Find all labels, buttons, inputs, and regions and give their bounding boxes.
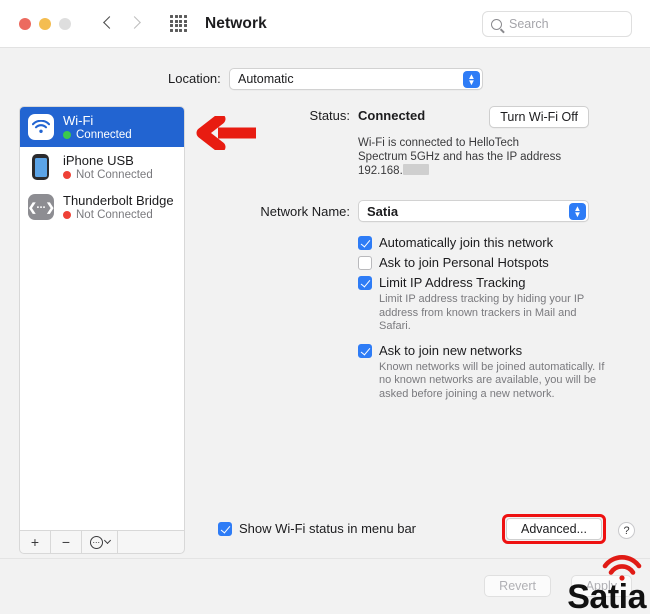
status-value: Connected (358, 108, 426, 123)
network-settings-window: Network Search Location: Automatic ▲ ▼ W… (0, 0, 650, 614)
iphone-icon (28, 154, 54, 180)
sidebar-item-label: iPhone USB (63, 153, 134, 168)
network-name-value: Satia (367, 203, 399, 219)
sidebar-item-iphone-usb[interactable]: iPhone USB Not Connected (20, 147, 184, 187)
service-actions-button[interactable] (82, 531, 118, 553)
traffic-lights (19, 17, 71, 30)
status-row: Status: Connected Turn Wi-Fi Off Wi-Fi i… (200, 106, 635, 178)
network-name-label: Network Name: (260, 203, 350, 219)
checkbox-auto-join[interactable]: Automatically join this network (358, 235, 635, 250)
sidebar-item-status-label: Connected (76, 129, 132, 141)
checkbox-limit-ip-tracking[interactable]: Limit IP Address Tracking (358, 275, 635, 290)
checkbox-indicator[interactable] (358, 276, 372, 290)
checkbox-indicator[interactable] (218, 522, 232, 536)
sidebar-toolbar: + − (19, 530, 185, 554)
window-titlebar: Network Search (0, 0, 650, 48)
checkbox-personal-hotspots[interactable]: Ask to join Personal Hotspots (358, 255, 635, 270)
checkbox-label: Show Wi-Fi status in menu bar (239, 521, 417, 536)
revert-button[interactable]: Revert (484, 575, 551, 597)
grid-apps-icon[interactable] (170, 15, 187, 32)
search-placeholder: Search (509, 17, 549, 31)
network-name-dropdown[interactable]: Satia ▲ ▼ (358, 200, 589, 222)
status-dot-icon (63, 211, 71, 219)
sidebar-item-wifi[interactable]: Wi-Fi Connected (20, 107, 184, 147)
sidebar-item-status-label: Not Connected (76, 209, 153, 221)
checkbox-indicator[interactable] (358, 343, 372, 358)
sidebar-item-status: Connected (63, 129, 132, 141)
wifi-icon (28, 114, 54, 140)
advanced-button-group: Advanced... (501, 514, 606, 544)
checkbox-show-wifi-status[interactable]: Show Wi-Fi status in menu bar (218, 521, 416, 536)
sidebar-item-label: Wi-Fi (63, 113, 94, 128)
minimize-button[interactable] (39, 17, 51, 30)
checkbox-label: Limit IP Address Tracking (379, 275, 526, 290)
status-description: Wi-Fi is connected to HelloTech Spectrum… (358, 136, 570, 178)
close-button[interactable] (19, 17, 31, 30)
location-label: Location: (168, 71, 221, 86)
help-text-ask-join-new-networks: Known networks will be joined automatica… (379, 360, 605, 400)
network-services-list[interactable]: Wi-Fi Connected iPhone USB Not Connected… (19, 106, 185, 530)
checkbox-indicator[interactable] (358, 236, 372, 250)
status-dot-icon (63, 171, 71, 179)
sidebar-item-thunderbolt-bridge[interactable]: ❮···❯ Thunderbolt Bridge Not Connected (20, 187, 184, 227)
search-field[interactable]: Search (482, 11, 632, 37)
advanced-button[interactable]: Advanced... (505, 518, 602, 540)
chevron-down-icon (103, 536, 111, 545)
turn-wifi-off-button[interactable]: Turn Wi-Fi Off (489, 106, 589, 128)
navigation-arrows (102, 17, 142, 30)
chevron-left-icon[interactable] (102, 17, 115, 30)
status-dot-icon (63, 131, 71, 139)
location-value: Automatic (238, 72, 294, 86)
chevron-updown-icon: ▲ ▼ (463, 71, 480, 88)
search-icon (491, 18, 502, 30)
satia-watermark: Satia (567, 578, 646, 614)
checkbox-label: Ask to join Personal Hotspots (379, 255, 549, 270)
add-service-button[interactable]: + (20, 531, 51, 553)
wifi-options-list: Automatically join this network Ask to j… (358, 235, 635, 401)
sidebar-item-status: Not Connected (63, 169, 153, 181)
thunderbolt-bridge-icon: ❮···❯ (28, 194, 55, 220)
chevron-updown-icon: ▲ ▼ (569, 203, 586, 220)
redacted-ip-block (402, 164, 429, 175)
checkbox-ask-join-new-networks[interactable]: Ask to join new networks (358, 343, 635, 358)
location-dropdown[interactable]: Automatic ▲ ▼ (229, 68, 483, 90)
checkbox-label: Ask to join new networks (379, 342, 523, 358)
window-footer: Revert Apply (0, 558, 650, 614)
sidebar-item-label: Thunderbolt Bridge (63, 193, 174, 208)
zoom-button[interactable] (59, 17, 71, 30)
chevron-right-icon[interactable] (129, 17, 142, 30)
page-title: Network (205, 14, 267, 32)
wifi-detail-pane: Status: Connected Turn Wi-Fi Off Wi-Fi i… (200, 106, 635, 410)
remove-service-button[interactable]: − (51, 531, 82, 553)
pane-bottom-row: Show Wi-Fi status in menu bar Advanced..… (218, 514, 635, 544)
red-left-arrow-annotation (196, 113, 258, 155)
advanced-highlight-annotation: Advanced... (501, 514, 606, 544)
sidebar-item-status-label: Not Connected (76, 169, 153, 181)
sidebar-item-status: Not Connected (63, 209, 174, 221)
help-text-limit-ip-tracking: Limit IP address tracking by hiding your… (379, 293, 585, 332)
network-name-row: Network Name: Satia ▲ ▼ (200, 200, 635, 222)
ellipsis-circle-icon (89, 535, 103, 549)
checkbox-label: Automatically join this network (379, 235, 554, 250)
help-button[interactable]: ? (618, 522, 635, 539)
checkbox-indicator[interactable] (358, 256, 372, 270)
